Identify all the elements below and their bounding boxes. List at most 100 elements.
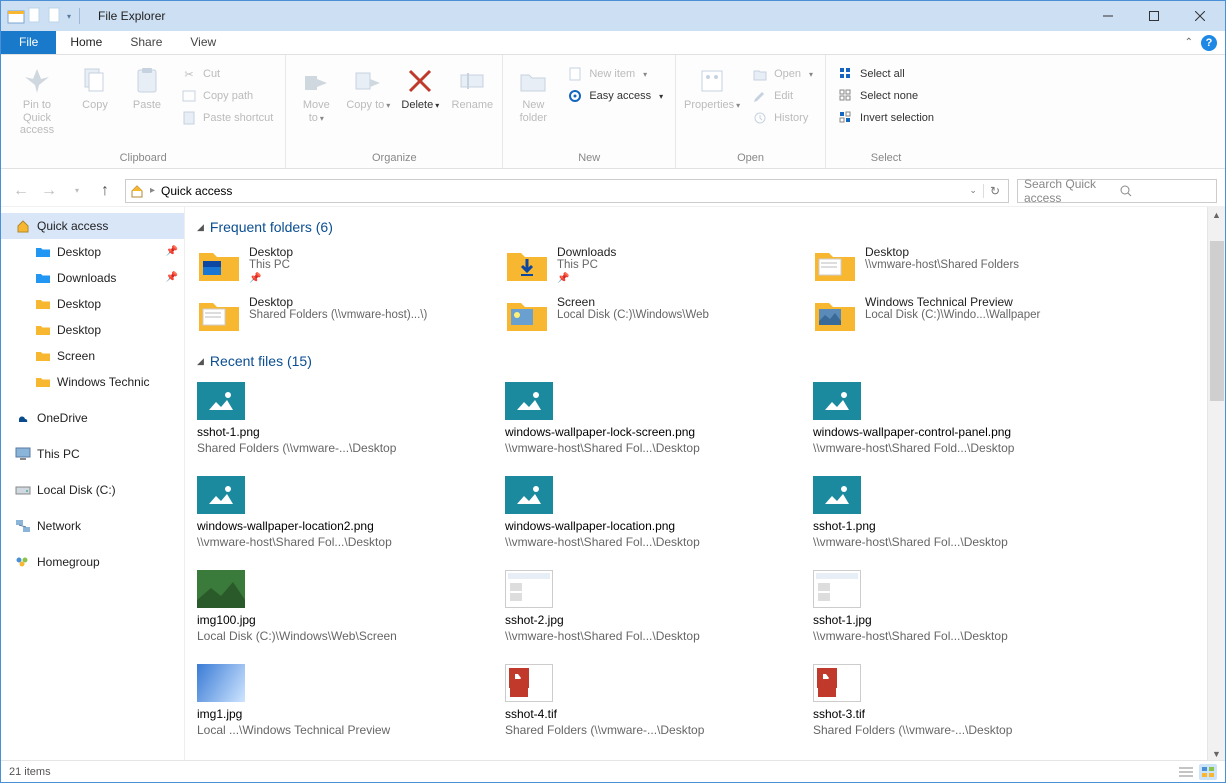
select-none-button[interactable]: Select none — [834, 87, 938, 105]
scroll-up-icon[interactable]: ▲ — [1209, 207, 1225, 223]
folder-item[interactable]: Desktop\\vmware-host\Shared Folders — [813, 245, 1073, 285]
folder-item[interactable]: ScreenLocal Disk (C:)\Windows\Web — [505, 295, 765, 335]
file-item[interactable]: img1.jpg Local ...\Windows Technical Pre… — [197, 661, 437, 737]
window-title: File Explorer — [98, 9, 165, 23]
open-button[interactable]: Open▾ — [748, 65, 817, 83]
image-thumbnail — [505, 379, 553, 423]
image-thumbnail — [813, 661, 861, 705]
back-button[interactable]: ← — [9, 179, 33, 203]
sidebar-homegroup[interactable]: Homegroup — [1, 549, 184, 575]
folder-icon — [35, 244, 51, 260]
cut-button[interactable]: ✂Cut — [177, 65, 277, 83]
sidebar-item-screen[interactable]: Screen — [1, 343, 184, 369]
chevron-right-icon[interactable]: ▸ — [150, 185, 155, 196]
sidebar-item-desktop[interactable]: Desktop📌 — [1, 239, 184, 265]
scroll-thumb[interactable] — [1210, 241, 1224, 401]
file-item[interactable]: sshot-4.tif Shared Folders (\\vmware-...… — [505, 661, 745, 737]
tab-view[interactable]: View — [176, 31, 230, 54]
file-item[interactable]: img100.jpg Local Disk (C:)\Windows\Web\S… — [197, 567, 437, 643]
folder-item[interactable]: DownloadsThis PC📌 — [505, 245, 765, 285]
maximize-button[interactable] — [1131, 1, 1177, 31]
thumbnails-view-button[interactable] — [1199, 764, 1217, 780]
ribbon-group-new: New folder New item▾ Easy access▾ New — [503, 55, 676, 168]
sidebar-onedrive[interactable]: OneDrive — [1, 405, 184, 431]
select-all-button[interactable]: Select all — [834, 65, 938, 83]
folder-item[interactable]: DesktopShared Folders (\\vmware-host)...… — [197, 295, 457, 335]
breadcrumb[interactable]: Quick access — [161, 184, 232, 198]
easy-access-button[interactable]: Easy access▾ — [563, 87, 667, 105]
file-item[interactable]: sshot-1.png \\vmware-host\Shared Fol...\… — [813, 473, 1053, 549]
minimize-button[interactable] — [1085, 1, 1131, 31]
collapse-ribbon-icon[interactable]: ⌃ — [1185, 37, 1193, 48]
search-input[interactable]: Search Quick access — [1017, 179, 1217, 203]
folder-item[interactable]: Windows Technical PreviewLocal Disk (C:)… — [813, 295, 1073, 335]
new-item-icon — [567, 66, 583, 82]
this-pc-icon — [15, 446, 31, 462]
cut-icon: ✂ — [181, 66, 197, 82]
file-item[interactable]: windows-wallpaper-control-panel.png \\vm… — [813, 379, 1053, 455]
select-all-icon — [838, 66, 854, 82]
copy-path-button[interactable]: Copy path — [177, 87, 277, 105]
copy-to-button[interactable]: Copy to▾ — [344, 61, 392, 116]
details-view-button[interactable] — [1177, 764, 1195, 780]
sidebar-local-disk[interactable]: Local Disk (C:) — [1, 477, 184, 503]
image-thumbnail — [505, 567, 553, 611]
sidebar-item-windows-technic[interactable]: Windows Technic — [1, 369, 184, 395]
properties-button[interactable]: Properties▾ — [682, 61, 742, 116]
image-thumbnail — [197, 567, 245, 611]
pin-icon: 📌 — [557, 273, 616, 284]
file-item[interactable]: sshot-1.jpg \\vmware-host\Shared Fol...\… — [813, 567, 1053, 643]
file-item[interactable]: sshot-2.jpg \\vmware-host\Shared Fol...\… — [505, 567, 745, 643]
sidebar-quick-access[interactable]: Quick access — [1, 213, 184, 239]
folder-icon — [505, 295, 549, 335]
edit-button[interactable]: Edit — [748, 87, 817, 105]
rename-button[interactable]: Rename — [448, 61, 496, 116]
new-item-button[interactable]: New item▾ — [563, 65, 667, 83]
section-frequent-folders[interactable]: ◢ Frequent folders (6) — [197, 219, 1199, 235]
qat-properties-icon[interactable] — [47, 7, 65, 25]
file-item[interactable]: windows-wallpaper-location2.png \\vmware… — [197, 473, 437, 549]
help-icon[interactable]: ? — [1201, 35, 1217, 51]
file-item[interactable]: windows-wallpaper-location.png \\vmware-… — [505, 473, 745, 549]
file-item[interactable]: windows-wallpaper-lock-screen.png \\vmwa… — [505, 379, 745, 455]
tab-share[interactable]: Share — [116, 31, 176, 54]
folder-item[interactable]: DesktopThis PC📌 — [197, 245, 457, 285]
recent-locations-button[interactable]: ▾ — [65, 179, 89, 203]
address-dropdown-icon[interactable]: ⌄ — [969, 185, 977, 196]
pin-to-quick-access-button[interactable]: Pin to Quick access — [7, 61, 67, 141]
move-to-button[interactable]: Move to▾ — [292, 61, 340, 128]
close-button[interactable] — [1177, 1, 1223, 31]
sidebar-item-desktop[interactable]: Desktop — [1, 317, 184, 343]
paste-shortcut-button[interactable]: Paste shortcut — [177, 109, 277, 127]
explorer-app-icon — [7, 7, 25, 25]
sidebar-this-pc[interactable]: This PC — [1, 441, 184, 467]
sidebar-network[interactable]: Network — [1, 513, 184, 539]
qat-caret-icon[interactable]: ▾ — [67, 12, 71, 21]
pin-icon: 📌 — [166, 242, 178, 262]
image-thumbnail — [197, 661, 245, 705]
search-icon — [1120, 185, 1210, 197]
address-bar[interactable]: ▸ Quick access ⌄ ↻ — [125, 179, 1009, 203]
up-button[interactable]: ↑ — [93, 179, 117, 203]
forward-button[interactable]: → — [37, 179, 61, 203]
new-folder-button[interactable]: New folder — [509, 61, 557, 128]
pin-icon: 📌 — [249, 273, 293, 284]
sidebar-item-desktop[interactable]: Desktop — [1, 291, 184, 317]
new-folder-icon — [517, 65, 549, 97]
open-icon — [752, 66, 768, 82]
invert-selection-button[interactable]: Invert selection — [834, 109, 938, 127]
file-item[interactable]: sshot-1.png Shared Folders (\\vmware-...… — [197, 379, 437, 455]
tab-home[interactable]: Home — [56, 31, 116, 54]
vertical-scrollbar[interactable]: ▲ ▼ — [1207, 207, 1225, 762]
sidebar-item-downloads[interactable]: Downloads📌 — [1, 265, 184, 291]
file-item[interactable]: sshot-3.tif Shared Folders (\\vmware-...… — [813, 661, 1053, 737]
tab-file[interactable]: File — [1, 31, 56, 54]
qat-new-icon[interactable] — [27, 7, 45, 25]
copy-button[interactable]: Copy — [71, 61, 119, 116]
refresh-button[interactable]: ↻ — [983, 184, 1000, 198]
collapse-triangle-icon: ◢ — [197, 222, 204, 233]
section-recent-files[interactable]: ◢ Recent files (15) — [197, 353, 1199, 369]
delete-button[interactable]: Delete▾ — [396, 61, 444, 116]
history-button[interactable]: History — [748, 109, 817, 127]
paste-button[interactable]: Paste — [123, 61, 171, 116]
